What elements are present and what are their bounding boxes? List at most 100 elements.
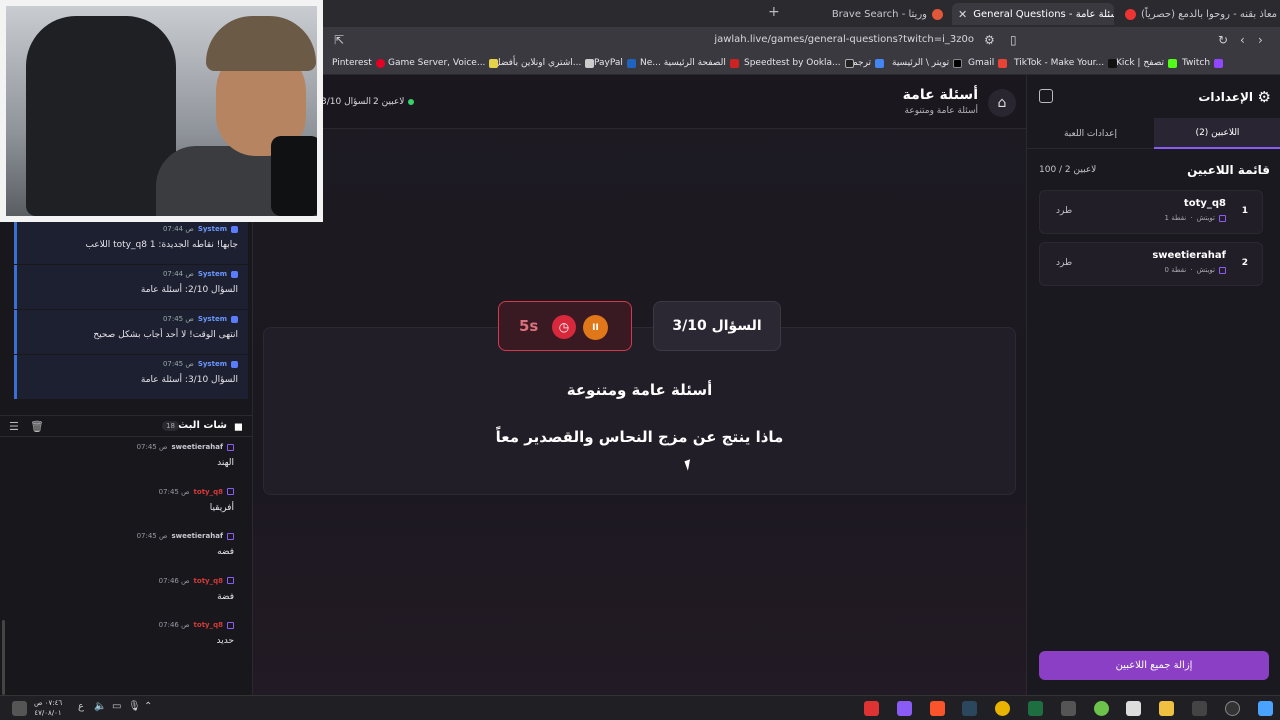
player-row: 1 toty_q8 1 نقطة · تويتش طرد — [1039, 190, 1263, 234]
settings-panel: ⚙ الإعدادات اللاعبين (2) إعدادات اللعبة … — [1026, 75, 1280, 695]
page-title: أسئلة عامة — [902, 87, 978, 103]
browser-tab-1[interactable]: معاذ بقنه - روحوا بالدمع (حصرياً) | — [1120, 3, 1280, 25]
bookmark-twitch[interactable]: Twitch — [1182, 58, 1224, 68]
system-message: 07:45 ص System انتهى الوقت! لا أحد أجاب ب… — [14, 310, 248, 354]
bookmark-paypal[interactable]: PayPal — [594, 58, 636, 68]
bookmark-gmail[interactable]: Gmail — [968, 58, 1008, 68]
webcam-feed — [6, 6, 317, 216]
site-settings-icon[interactable]: ⚙ — [984, 33, 995, 47]
remove-all-players-button[interactable]: إزالة جميع اللاعبين — [1039, 651, 1269, 680]
brave-taskbar-icon[interactable] — [930, 701, 945, 716]
tray-expand-icon[interactable]: ⌃ — [144, 701, 152, 712]
app-icon-1[interactable] — [864, 701, 879, 716]
system-message: 07:44 ص System اللاعب toty_q8 جابها! نقاط… — [14, 220, 248, 264]
bookmark-home[interactable]: Ne... الصفحة الرئيسية — [640, 58, 739, 68]
back-icon[interactable]: ‹ — [1240, 33, 1245, 47]
system-messages: 07:44 ص System اللاعب toty_q8 جابها! نقاط… — [14, 220, 248, 400]
kick-button[interactable]: طرد — [1056, 206, 1072, 216]
system-message: 07:44 ص System السؤال 2/10: أسئلة عامة — [14, 265, 248, 309]
question-progress: السؤال 3/10 — [321, 97, 372, 107]
task-view-icon[interactable] — [1192, 701, 1207, 716]
chat-messages: 07:45 ص sweetierahaf الهند 07:45 ص toty_q8… — [0, 438, 250, 661]
utorrent-icon[interactable] — [1094, 701, 1109, 716]
bookmark-game-server[interactable]: Game Server, Voice... — [388, 58, 499, 68]
trash-icon[interactable]: 🗑 — [30, 420, 44, 433]
new-tab-icon[interactable]: + — [768, 4, 780, 20]
question-text: ماذا ينتج عن مزج النحاس والقصدير معاً — [495, 428, 784, 446]
timer-value: 5s — [519, 317, 539, 335]
chat-message: 07:45 ص sweetierahaf الهند — [136, 443, 234, 468]
network-icon[interactable]: ▭ — [112, 701, 121, 712]
volume-icon[interactable]: 🔈 — [94, 701, 106, 712]
bookmark-kick[interactable]: Kick | تصفح — [1116, 58, 1177, 68]
page-subtitle: أسئلة عامة ومتنوعة — [904, 106, 979, 116]
notification-icon[interactable] — [12, 701, 27, 716]
system-message: 07:45 ص System السؤال 3/10: أسئلة عامة — [14, 355, 248, 399]
share-icon[interactable]: ⇱ — [334, 33, 344, 47]
settings-tabs: اللاعبين (2) إعدادات اللعبة — [1027, 118, 1280, 149]
close-tab-icon[interactable]: ✕ — [958, 8, 967, 21]
browser-tab-2[interactable]: ✕ General Questions - أسئلة عامة — [952, 3, 1114, 25]
tab-game-settings[interactable]: إعدادات اللعبة — [1027, 118, 1154, 149]
taskbar: ٠٧:٤٦ ص ٤٧/٠٨/٠١ ع 🔈 ▭ 🎙 ⌃ — [0, 695, 1280, 720]
bookmark-shopping[interactable]: اشتري اونلاين بأفضل... — [494, 58, 595, 68]
twitch-badge-icon — [1219, 266, 1226, 274]
twitch-badge-icon — [1219, 214, 1226, 222]
store-icon[interactable] — [1126, 701, 1141, 716]
chat-icon: ◼ — [233, 420, 243, 433]
system-badge-icon — [231, 270, 238, 278]
game-header: ⌂ أسئلة عامة أسئلة عامة ومتنوعة 2 لاعبين… — [253, 75, 1026, 129]
excel-icon[interactable] — [1028, 701, 1043, 716]
taskbar-clock[interactable]: ٠٧:٤٦ ص ٤٧/٠٨/٠١ — [34, 698, 62, 718]
chat-title: شات البث — [178, 420, 227, 431]
bookmark-icon[interactable]: ▯ — [1010, 33, 1017, 47]
gear-icon: ⚙ — [1257, 88, 1271, 106]
question-category: أسئلة عامة ومتنوعة — [566, 381, 713, 399]
settings-header: ⚙ الإعدادات — [1027, 75, 1280, 118]
bookmark-pinterest[interactable]: Pinterest — [332, 58, 385, 68]
tab-players[interactable]: اللاعبين (2) — [1154, 118, 1280, 149]
mic-icon[interactable]: 🎙 — [128, 701, 141, 712]
bookmark-speedtest[interactable]: Speedtest by Ookla... — [744, 58, 854, 68]
system-badge-icon — [231, 315, 238, 323]
twitch-badge-icon — [227, 443, 234, 451]
reload-icon[interactable]: ↻ — [1218, 33, 1228, 47]
twitch-badge-icon — [227, 532, 234, 540]
bookmark-twitter[interactable]: تويتر \ الرئيسية — [892, 58, 963, 68]
bookmark-tiktok[interactable]: TikTok - Make Your... — [1014, 58, 1118, 68]
question-number-badge: السؤال 3/10 — [653, 301, 781, 351]
players-list-count: 100 / 2 لاعبين — [1039, 165, 1097, 175]
home-icon: ⌂ — [997, 95, 1007, 111]
player-name: toty_q8 — [1183, 198, 1226, 209]
chat-count-badge: 18 — [162, 421, 179, 431]
player-rank: 1 — [1241, 206, 1248, 216]
chat-scrollbar[interactable] — [2, 620, 5, 695]
chat-message: 07:45 ص sweetierahaf فضه — [136, 532, 234, 557]
kick-button[interactable]: طرد — [1056, 258, 1072, 268]
language-indicator[interactable]: ع — [78, 701, 84, 712]
app-icon-7[interactable] — [1061, 701, 1076, 716]
chat-message: 07:45 ص toty_q8 أفريقيا — [158, 487, 234, 513]
steam-icon[interactable] — [962, 701, 977, 716]
url-field[interactable]: jawlah.live/games/general-questions?twit… — [714, 34, 974, 45]
player-meta: 1 نقطة · تويتش — [1165, 214, 1226, 222]
pause-button[interactable]: II — [583, 315, 608, 340]
forward-icon[interactable]: › — [1258, 33, 1263, 47]
search-icon[interactable] — [1225, 701, 1240, 716]
start-icon[interactable] — [1258, 701, 1273, 716]
twitch-badge-icon — [227, 488, 234, 495]
online-dot-icon — [408, 99, 415, 105]
browser-tab-3[interactable]: Brave Search - وريتا — [820, 3, 948, 25]
app-icon-2[interactable] — [897, 701, 912, 716]
filter-icon[interactable]: ☰ — [9, 420, 19, 433]
brave-icon — [932, 8, 943, 20]
chat-message: 07:46 ص toty_q8 فضة — [158, 576, 234, 602]
player-meta: 0 نقطة · تويتش — [1165, 266, 1226, 274]
file-explorer-icon[interactable] — [1159, 701, 1174, 716]
system-badge-icon — [231, 225, 238, 233]
home-button[interactable]: ⌂ — [988, 89, 1016, 117]
collapse-panel-icon[interactable] — [1039, 89, 1053, 103]
chrome-icon[interactable] — [995, 701, 1010, 716]
player-rank: 2 — [1241, 258, 1248, 268]
settings-title: الإعدادات — [1198, 90, 1253, 104]
